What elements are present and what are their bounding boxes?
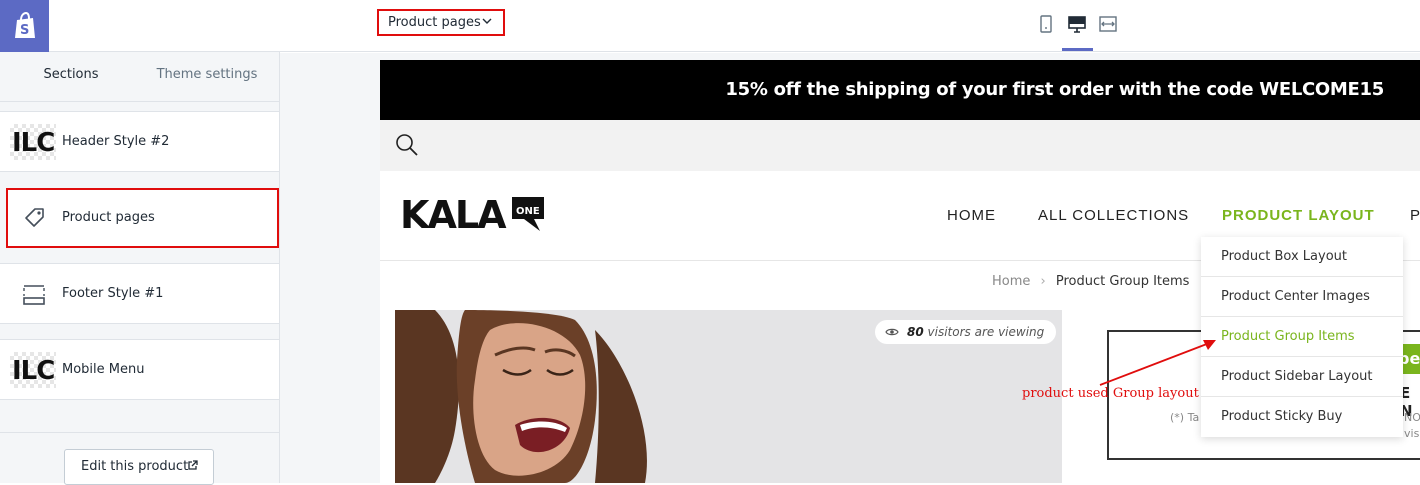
dropdown-item-group-items[interactable]: Product Group Items [1201, 317, 1403, 357]
external-link-icon [188, 460, 198, 470]
breadcrumb-separator-icon: › [1040, 274, 1046, 289]
full-width-icon[interactable] [1098, 14, 1118, 34]
active-device-indicator [1062, 48, 1093, 51]
visitors-count: 80 [907, 325, 924, 339]
announcement-text: 15% off the shipping of your first order… [725, 79, 1384, 100]
nav-more[interactable]: P [1410, 171, 1420, 261]
ilc-thumbnail: ILC [10, 124, 56, 160]
visitor-note-fragment: vis [1404, 427, 1420, 440]
dropdown-item-sticky-buy[interactable]: Product Sticky Buy [1201, 397, 1403, 437]
sidebar-tabs: Sections Theme settings [0, 52, 279, 152]
dropdown-item-sidebar-layout[interactable]: Product Sidebar Layout [1201, 357, 1403, 397]
breadcrumb-home[interactable]: Home [992, 274, 1030, 289]
logo-badge-text: ONE [516, 206, 540, 217]
shopify-logo[interactable]: S [0, 0, 49, 52]
breadcrumb: Home › Product Group Items [992, 274, 1189, 289]
edit-product-button[interactable]: Edit this product [64, 449, 214, 485]
preview-toolbar: Product pages [280, 0, 1420, 52]
section-footer-style[interactable]: Footer Style #1 [0, 263, 279, 324]
dropdown-item-box-layout[interactable]: Product Box Layout [1201, 237, 1403, 277]
chevron-down-icon [482, 18, 492, 24]
logo-badge-icon: ONE [512, 197, 544, 231]
store-logo[interactable]: KALA [400, 195, 506, 235]
divider [0, 432, 279, 433]
ilc-thumbnail: ILC [10, 352, 56, 388]
section-product-pages[interactable]: Product pages [6, 188, 279, 248]
page-select-dropdown[interactable]: Product pages [377, 9, 505, 36]
visitors-badge: 80 visitors are viewing [875, 320, 1057, 344]
section-label: Mobile Menu [62, 362, 145, 377]
footer-layout-icon [23, 285, 45, 305]
section-label: Product pages [62, 210, 155, 225]
annotation-label: product used Group layout [1022, 386, 1199, 401]
eye-icon [885, 328, 899, 336]
tag-icon [25, 208, 44, 227]
shopify-bag-icon: S [14, 12, 35, 38]
thumbnail-text: ILC [12, 128, 55, 158]
product-layout-dropdown: Product Box Layout Product Center Images… [1201, 237, 1403, 437]
visitors-text: visitors are viewing [927, 325, 1045, 339]
page-select-value: Product pages [388, 15, 481, 30]
mobile-icon[interactable] [1036, 14, 1056, 34]
search-icon[interactable] [394, 132, 420, 158]
tab-theme-settings[interactable]: Theme settings [140, 52, 274, 101]
section-label: Footer Style #1 [62, 286, 164, 301]
announcement-bar: 15% off the shipping of your first order… [380, 60, 1420, 120]
breadcrumb-current: Product Group Items [1055, 274, 1190, 289]
nav-home[interactable]: HOME [947, 171, 996, 261]
editor-sidebar: S Sections Theme settings ILC Header Sty… [0, 0, 280, 485]
section-mobile-menu[interactable]: ILC Mobile Menu [0, 339, 279, 400]
desktop-icon[interactable] [1067, 14, 1087, 34]
tax-note-fragment: (*) Ta [1170, 411, 1200, 424]
section-label: Header Style #2 [62, 134, 170, 149]
section-header-style[interactable]: ILC Header Style #2 [0, 111, 279, 172]
edit-product-label: Edit this product [81, 459, 189, 474]
dropdown-item-center-images[interactable]: Product Center Images [1201, 277, 1403, 317]
svg-text:S: S [20, 23, 29, 38]
stock-note-fragment: NO [1404, 411, 1420, 424]
nav-all-collections[interactable]: ALL COLLECTIONS [1038, 171, 1189, 261]
thumbnail-text: ILC [12, 356, 55, 386]
sidebar-top-bar [49, 0, 280, 52]
search-bar[interactable] [380, 120, 1420, 171]
storefront-preview: 15% off the shipping of your first order… [380, 60, 1420, 483]
tab-sections[interactable]: Sections [7, 52, 135, 101]
